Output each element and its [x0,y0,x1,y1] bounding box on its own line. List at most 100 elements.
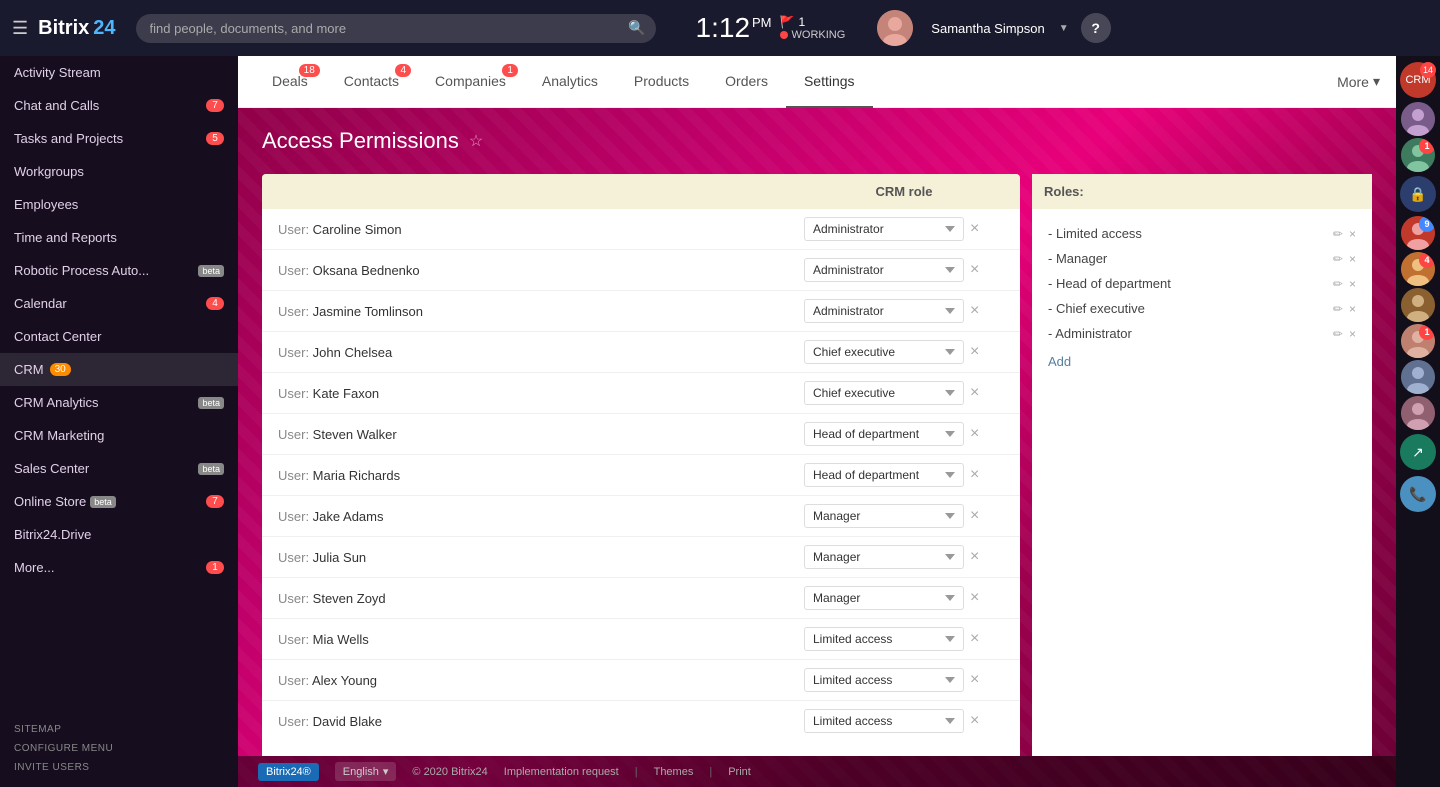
search-icon[interactable]: 🔍 [628,20,645,37]
role-select-3[interactable]: AdministratorChief executiveHead of depa… [804,340,964,364]
right-bar-avatar-7[interactable] [1401,360,1435,394]
user-dropdown-arrow[interactable]: ▼ [1059,23,1069,34]
right-bar-lock-icon[interactable]: 🔒 [1400,176,1436,212]
footer-link-impl[interactable]: Implementation request [504,766,619,778]
sidebar-item-calendar[interactable]: Calendar 4 [0,287,238,320]
sidebar-item-sales-center[interactable]: Sales Center beta [0,452,238,485]
role-select-7[interactable]: AdministratorChief executiveHead of depa… [804,504,964,528]
sidebar-item-drive[interactable]: Bitrix24.Drive [0,518,238,551]
sidebar-item-more[interactable]: More... 1 [0,551,238,584]
remove-row-button[interactable]: × [970,590,979,606]
edit-role-button[interactable]: ✏ [1333,252,1343,266]
right-bar-share-icon[interactable]: ↗ [1400,434,1436,470]
remove-row-button[interactable]: × [970,303,979,319]
role-select-8[interactable]: AdministratorChief executiveHead of depa… [804,545,964,569]
right-bar-avatar-1[interactable] [1401,102,1435,136]
tab-badge-contacts: 4 [395,64,411,77]
remove-row-button[interactable]: × [970,385,979,401]
tab-settings-label: Settings [804,73,855,89]
remove-row-button[interactable]: × [970,713,979,729]
delete-role-button[interactable]: × [1349,302,1356,316]
sidebar-badge-tasks: 5 [206,132,224,145]
edit-role-button[interactable]: ✏ [1333,302,1343,316]
tab-companies[interactable]: Companies 1 [417,56,524,108]
remove-row-button[interactable]: × [970,467,979,483]
user-name-label[interactable]: Samantha Simpson [931,21,1044,36]
role-select-2[interactable]: AdministratorChief executiveHead of depa… [804,299,964,323]
footer-link-themes[interactable]: Themes [654,766,694,778]
tab-badge-deals: 18 [299,64,320,77]
edit-role-button[interactable]: ✏ [1333,227,1343,241]
app: ☰ Bitrix 24 🔍 1:12PM 🚩 1 WORKING [0,0,1440,787]
right-bar-phone-icon[interactable]: 📞 [1400,476,1436,512]
edit-role-button[interactable]: ✏ [1333,277,1343,291]
sidebar-item-crm-marketing[interactable]: CRM Marketing [0,419,238,452]
sidebar-item-activity[interactable]: Activity Stream [0,56,238,89]
tab-contacts-label: Contacts [344,73,399,89]
right-bar-avatar-2[interactable]: 1 [1401,138,1435,172]
right-bar-avatar-4[interactable]: 4 [1401,252,1435,286]
right-bar-avatar-5[interactable] [1401,288,1435,322]
sidebar-item-contact-center[interactable]: Contact Center [0,320,238,353]
remove-row-button[interactable]: × [970,631,979,647]
sidebar-item-workgroups[interactable]: Workgroups [0,155,238,188]
role-select-10[interactable]: AdministratorChief executiveHead of depa… [804,627,964,651]
sidebar-item-robotic[interactable]: Robotic Process Auto... beta [0,254,238,287]
delete-role-button[interactable]: × [1349,277,1356,291]
role-select-12[interactable]: AdministratorChief executiveHead of depa… [804,709,964,733]
delete-role-button[interactable]: × [1349,227,1356,241]
role-select-1[interactable]: AdministratorChief executiveHead of depa… [804,258,964,282]
role-actions: ✏ × [1333,302,1356,316]
delete-role-button[interactable]: × [1349,252,1356,266]
role-list-item: - Limited access ✏ × [1048,221,1356,246]
remove-row-button[interactable]: × [970,262,979,278]
tab-deals[interactable]: Deals 18 [254,56,326,108]
tab-products[interactable]: Products [616,56,707,108]
right-bar-avatar-3[interactable]: 9 [1401,216,1435,250]
tab-analytics[interactable]: Analytics [524,56,616,108]
role-select-4[interactable]: AdministratorChief executiveHead of depa… [804,381,964,405]
tab-orders[interactable]: Orders [707,56,786,108]
role-select-11[interactable]: AdministratorChief executiveHead of depa… [804,668,964,692]
sidebar-item-tasks[interactable]: Tasks and Projects 5 [0,122,238,155]
tab-settings[interactable]: Settings [786,56,873,108]
sidebar-item-crm-analytics-label: CRM Analytics [14,395,99,410]
add-access-link[interactable]: Add access permission [262,745,1020,756]
role-select-5[interactable]: AdministratorChief executiveHead of depa… [804,422,964,446]
tab-more[interactable]: More ▾ [1337,73,1380,90]
right-bar-avatar-6[interactable]: 1 [1401,324,1435,358]
edit-role-button[interactable]: ✏ [1333,327,1343,341]
footer-logo[interactable]: Bitrix24® [258,763,319,781]
right-bar-crm-icon[interactable]: CRM 14 [1400,62,1436,98]
delete-role-button[interactable]: × [1349,327,1356,341]
sidebar-item-online-store[interactable]: Online Store beta 7 [0,485,238,518]
tabs-bar: Deals 18 Contacts 4 Companies 1 Analytic… [238,56,1396,108]
sidebar-item-crm[interactable]: CRM 30 [0,353,238,386]
user-name-cell: User: Jake Adams [278,509,804,524]
search-input[interactable] [136,14,656,43]
role-select-6[interactable]: AdministratorChief executiveHead of depa… [804,463,964,487]
tab-contacts[interactable]: Contacts 4 [326,56,417,108]
sidebar-item-drive-label: Bitrix24.Drive [14,527,91,542]
role-select-0[interactable]: AdministratorChief executiveHead of depa… [804,217,964,241]
sidebar-item-employees[interactable]: Employees [0,188,238,221]
sidebar-badge-store: 7 [206,495,224,508]
remove-row-button[interactable]: × [970,508,979,524]
help-button[interactable]: ? [1081,13,1111,43]
footer-lang[interactable]: English ▾ [335,762,397,781]
role-select-9[interactable]: AdministratorChief executiveHead of depa… [804,586,964,610]
sidebar-item-crm-marketing-label: CRM Marketing [14,428,104,443]
right-bar-avatar-8[interactable] [1401,396,1435,430]
hamburger-menu[interactable]: ☰ [12,18,28,39]
remove-row-button[interactable]: × [970,426,979,442]
sidebar-item-chat[interactable]: Chat and Calls 7 [0,89,238,122]
remove-row-button[interactable]: × [970,344,979,360]
favorite-star-icon[interactable]: ☆ [469,131,483,151]
sidebar-item-crm-analytics[interactable]: CRM Analytics beta [0,386,238,419]
add-role-link[interactable]: Add [1048,354,1356,369]
remove-row-button[interactable]: × [970,549,979,565]
remove-row-button[interactable]: × [970,221,979,237]
remove-row-button[interactable]: × [970,672,979,688]
sidebar-item-time[interactable]: Time and Reports [0,221,238,254]
footer-link-print[interactable]: Print [728,766,751,778]
